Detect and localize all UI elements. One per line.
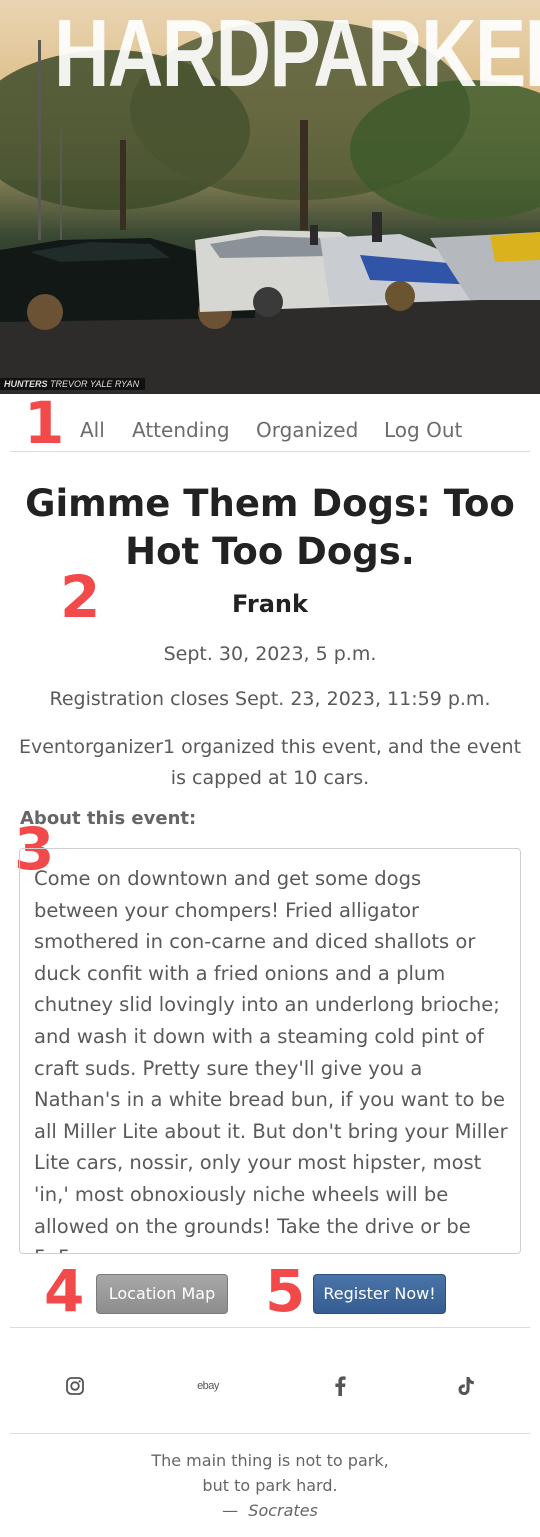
quote-attribution: — Socrates (0, 1498, 540, 1523)
quote-line-1: The main thing is not to park, (151, 1451, 389, 1470)
organizer-note: Eventorganizer1 organized this event, an… (18, 736, 522, 789)
about-label: About this event: (20, 808, 197, 829)
nav-attending[interactable]: Attending (132, 418, 230, 442)
marker-5: 5 (265, 1257, 306, 1325)
quote-dash: — (222, 1501, 239, 1520)
registration-deadline: Registration closes Sept. 23, 2023, 11:5… (49, 688, 491, 710)
nav-all[interactable]: All (80, 418, 105, 442)
nav-log-out[interactable]: Log Out (384, 418, 462, 442)
location-map-button[interactable]: Location Map (96, 1274, 228, 1314)
quote-line-2: but to park hard. (202, 1476, 338, 1495)
event-title: Gimme Them Dogs: Too Hot Too Dogs. (25, 482, 515, 573)
register-button[interactable]: Register Now! (313, 1274, 446, 1314)
watermark-brand: HUNTERS (4, 379, 48, 389)
site-logo-title: HARDPARKERS (54, 0, 540, 107)
divider (10, 1433, 530, 1434)
event-description: Come on downtown and get some dogs betwe… (19, 848, 521, 1254)
hero-banner: HARDPARKERS HUNTERS TREVOR YALE RYAN (0, 0, 540, 394)
main-nav: All Attending Organized Log Out (10, 400, 530, 452)
tiktok-icon[interactable] (454, 1374, 478, 1398)
ebay-logo-text: ebay (197, 1380, 219, 1392)
footer-quote: The main thing is not to park, but to pa… (0, 1448, 540, 1523)
marker-4: 4 (44, 1257, 85, 1325)
facebook-icon[interactable] (328, 1374, 352, 1398)
photo-watermark: HUNTERS TREVOR YALE RYAN (0, 378, 146, 390)
event-date: Sept. 30, 2023, 5 p.m. (163, 643, 377, 665)
ebay-icon[interactable]: ebay (193, 1374, 223, 1398)
divider (10, 1327, 530, 1328)
nav-organized[interactable]: Organized (256, 418, 358, 442)
event-host: Frank (232, 590, 308, 618)
watermark-credit: TREVOR YALE RYAN (50, 379, 140, 389)
instagram-icon[interactable] (63, 1374, 87, 1398)
quote-author: Socrates (248, 1501, 318, 1520)
